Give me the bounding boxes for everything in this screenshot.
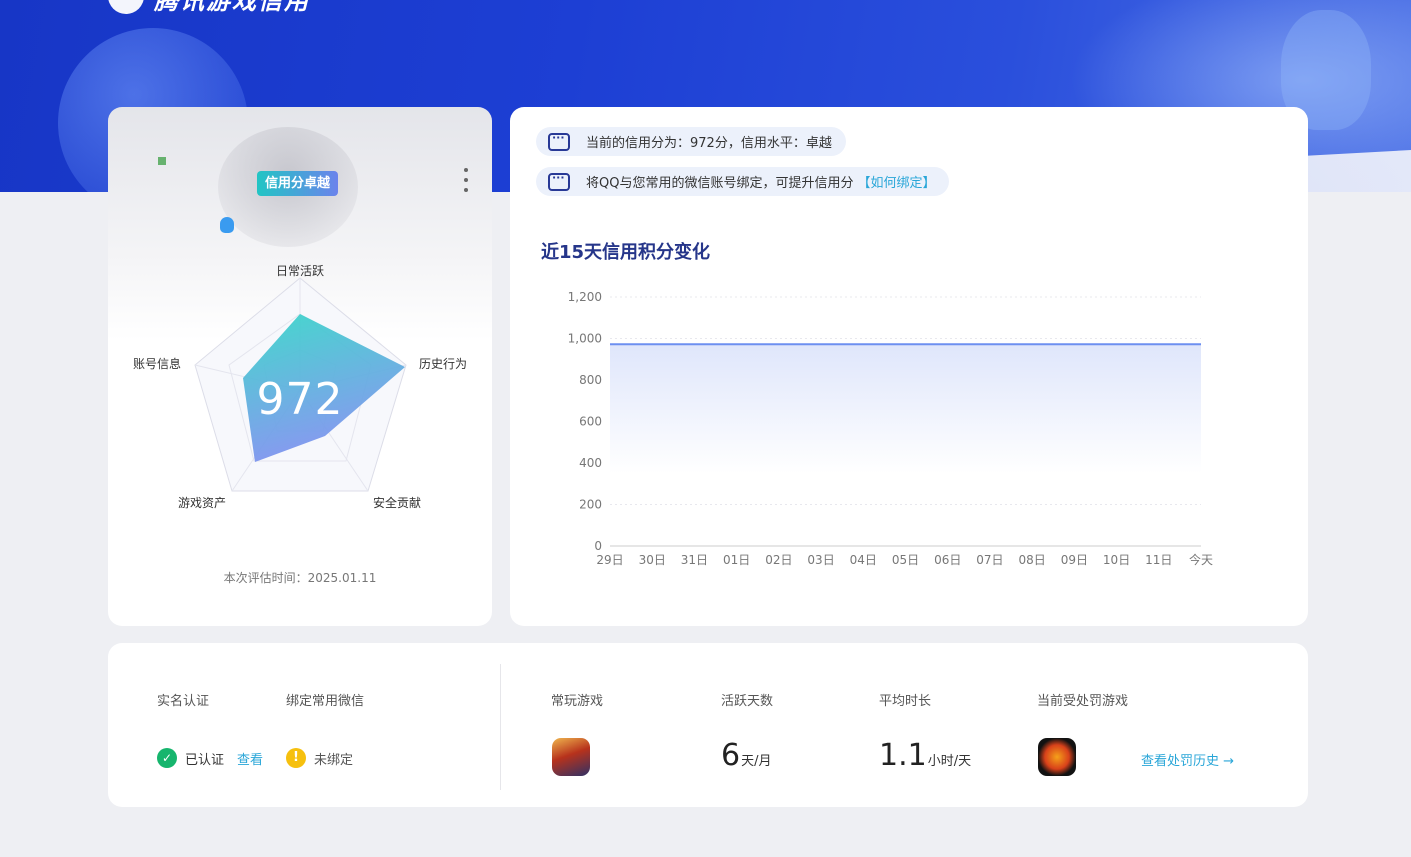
active-days-value: 6 xyxy=(721,738,741,773)
notice-item: 当前的信用分为：972分，信用水平：卓越 xyxy=(536,127,846,156)
y-tick-label: 600 xyxy=(579,415,602,429)
y-tick-label: 200 xyxy=(579,498,602,512)
brand-shield-icon xyxy=(108,0,144,14)
check-icon: ✓ xyxy=(157,748,177,768)
warning-icon: ! xyxy=(286,748,306,768)
credit-score-value: 972 xyxy=(256,374,344,425)
notice-list: 当前的信用分为：972分，信用水平：卓越 将QQ与您常用的微信账号绑定，可提升信… xyxy=(536,127,1282,217)
y-tick-label: 400 xyxy=(579,456,602,470)
frequent-games-label: 常玩游戏 xyxy=(551,694,604,709)
x-tick-label: 06日 xyxy=(934,553,961,567)
brand-logo[interactable]: 腾讯游戏信用 xyxy=(108,0,310,14)
x-tick-label: 07日 xyxy=(976,553,1003,567)
honor-of-kings-icon[interactable] xyxy=(552,738,590,776)
y-tick-label: 0 xyxy=(594,539,602,553)
notice-scroll-mask xyxy=(536,207,1282,217)
penalty-history-text: 查看处罚历史 xyxy=(1141,754,1220,769)
radar-label-history: 历史行为 xyxy=(419,357,468,371)
x-tick-label: 30日 xyxy=(639,553,666,567)
message-icon xyxy=(548,171,570,191)
radar-label-security: 安全贡献 xyxy=(373,496,422,510)
x-tick-label: 01日 xyxy=(723,553,750,567)
radar-label-assets: 游戏资产 xyxy=(178,496,227,510)
account-stats-card xyxy=(108,643,1308,807)
notice-text: 将QQ与您常用的微信账号绑定，可提升信用分 xyxy=(586,176,854,191)
penalty-games-label: 当前受处罚游戏 xyxy=(1037,694,1129,709)
avg-time-label: 平均时长 xyxy=(879,694,932,709)
notice-item: 将QQ与您常用的微信账号绑定，可提升信用分 【如何绑定】 xyxy=(536,167,950,196)
y-tick-label: 1,200 xyxy=(568,290,602,304)
y-tick-label: 1,000 xyxy=(568,332,602,346)
crossfire-icon[interactable] xyxy=(1038,738,1076,776)
x-tick-label: 今天 xyxy=(1189,552,1213,567)
avatar-broken-image-icon xyxy=(158,157,166,165)
more-options-icon[interactable] xyxy=(460,168,472,192)
realname-label: 实名认证 xyxy=(157,694,210,709)
avg-time: 1.1小时/天 xyxy=(879,738,971,773)
qq-penguin-icon xyxy=(220,217,234,233)
x-tick-label: 02日 xyxy=(765,553,792,567)
x-tick-label: 03日 xyxy=(807,553,834,567)
chart-title: 近15天信用积分变化 xyxy=(541,242,711,263)
x-tick-label: 31日 xyxy=(681,553,708,567)
x-tick-label: 04日 xyxy=(850,553,877,567)
series-area xyxy=(610,344,1201,474)
wechat-status-text: 未绑定 xyxy=(314,752,354,768)
realname-view-link[interactable]: 查看 xyxy=(237,749,263,768)
credit-trend-chart: 0 200 400 600 800 1,000 1,200 29日 30日 31日 01日 02日 03… xyxy=(568,290,1213,567)
stats-divider xyxy=(500,664,501,790)
realname-status-text: 已认证 xyxy=(185,752,225,768)
avg-time-value: 1.1 xyxy=(879,738,927,773)
notice-text: 当前的信用分为：972分，信用水平：卓越 xyxy=(586,136,832,151)
y-tick-label: 800 xyxy=(579,373,602,387)
how-to-bind-link[interactable]: 【如何绑定】 xyxy=(857,172,935,191)
active-days: 6天/月 xyxy=(721,738,771,773)
x-tick-label: 29日 xyxy=(596,553,623,567)
radar-label-daily-active: 日常活跃 xyxy=(276,264,325,278)
message-icon xyxy=(548,131,570,151)
x-tick-label: 11日 xyxy=(1145,553,1172,567)
x-tick-label: 05日 xyxy=(892,553,919,567)
active-days-label: 活跃天数 xyxy=(721,694,774,709)
x-tick-label: 09日 xyxy=(1061,553,1088,567)
evaluation-time: 本次评估时间：2025.01.11 xyxy=(108,569,492,586)
arrow-right-icon: → xyxy=(1223,754,1235,769)
active-days-unit: 天/月 xyxy=(741,754,772,769)
penalty-history-link[interactable]: 查看处罚历史 → xyxy=(1141,750,1234,769)
wechat-bind-label: 绑定常用微信 xyxy=(286,694,365,709)
x-tick-label: 10日 xyxy=(1103,553,1130,567)
evaluation-time-label: 本次评估时间： xyxy=(223,571,308,585)
evaluation-time-date: 2025.01.11 xyxy=(307,571,377,585)
radar-label-account-info: 账号信息 xyxy=(133,357,182,371)
brand-name: 腾讯游戏信用 xyxy=(154,0,310,15)
realname-status: ✓ 已认证 查看 xyxy=(157,748,263,768)
x-tick-label: 08日 xyxy=(1019,553,1046,567)
credit-level-badge: 信用分卓越 xyxy=(257,171,339,196)
wechat-bind-status: ! 未绑定 xyxy=(286,748,353,768)
avg-time-unit: 小时/天 xyxy=(927,754,972,769)
